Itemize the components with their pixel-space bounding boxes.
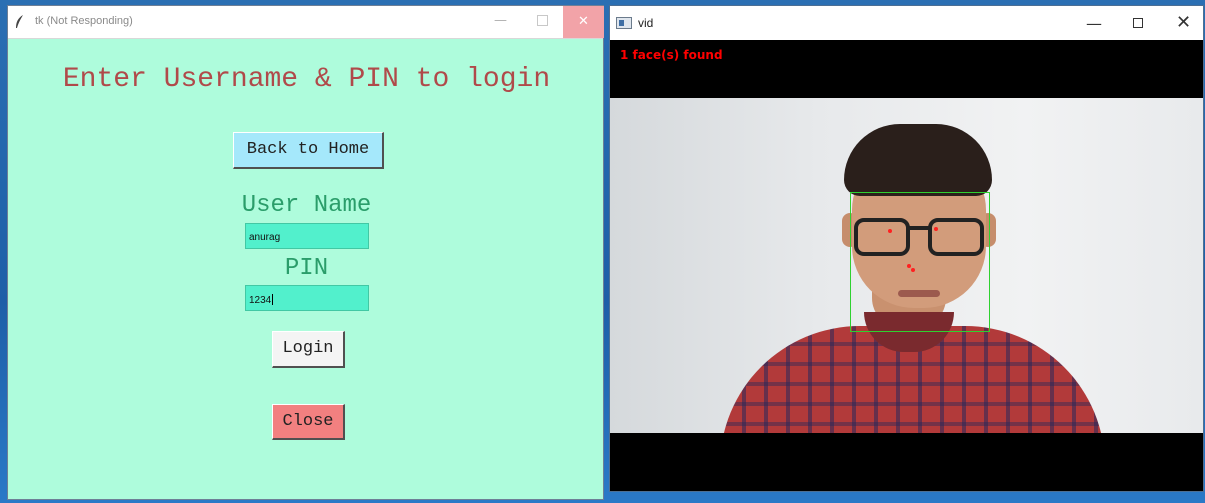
maximize-icon[interactable] (1133, 18, 1143, 28)
landmark-point (888, 229, 892, 233)
landmark-point (911, 268, 915, 272)
video-window-title: vid (638, 16, 654, 30)
login-button[interactable]: Login (272, 331, 345, 368)
landmark-point (907, 264, 911, 268)
text-caret (272, 294, 274, 305)
video-window-titlebar[interactable]: vid — ✕ (610, 6, 1203, 40)
face-count-overlay: 1 face(s) found (620, 48, 723, 62)
username-value: anurag (249, 232, 281, 243)
minimize-icon[interactable]: — (1086, 14, 1102, 33)
camera-frame (610, 98, 1203, 433)
pin-label: PIN (284, 255, 329, 282)
login-window-title: tk (Not Responding) (35, 15, 133, 27)
username-label: User Name (241, 192, 372, 219)
landmark-point (934, 227, 938, 231)
face-detection-box (850, 192, 990, 332)
close-icon[interactable]: ✕ (563, 6, 604, 38)
back-to-home-button[interactable]: Back to Home (233, 132, 384, 169)
login-window: tk (Not Responding) — ✕ Enter Username &… (7, 5, 604, 500)
close-button[interactable]: Close (272, 404, 345, 440)
window-app-icon (616, 17, 632, 29)
maximize-icon[interactable] (537, 15, 548, 26)
video-window: vid — ✕ 1 face(s) found (609, 5, 1204, 492)
login-window-titlebar[interactable]: tk (Not Responding) — ✕ (8, 6, 604, 39)
username-input[interactable]: anurag (245, 223, 369, 249)
minimize-icon[interactable]: — (494, 13, 507, 28)
person-hair (844, 124, 992, 196)
login-heading: Enter Username & PIN to login (62, 64, 551, 95)
pin-input[interactable]: 1234 (245, 285, 369, 311)
feather-icon (16, 15, 23, 28)
close-icon[interactable]: ✕ (1176, 12, 1191, 33)
pin-value: 1234 (249, 295, 272, 306)
